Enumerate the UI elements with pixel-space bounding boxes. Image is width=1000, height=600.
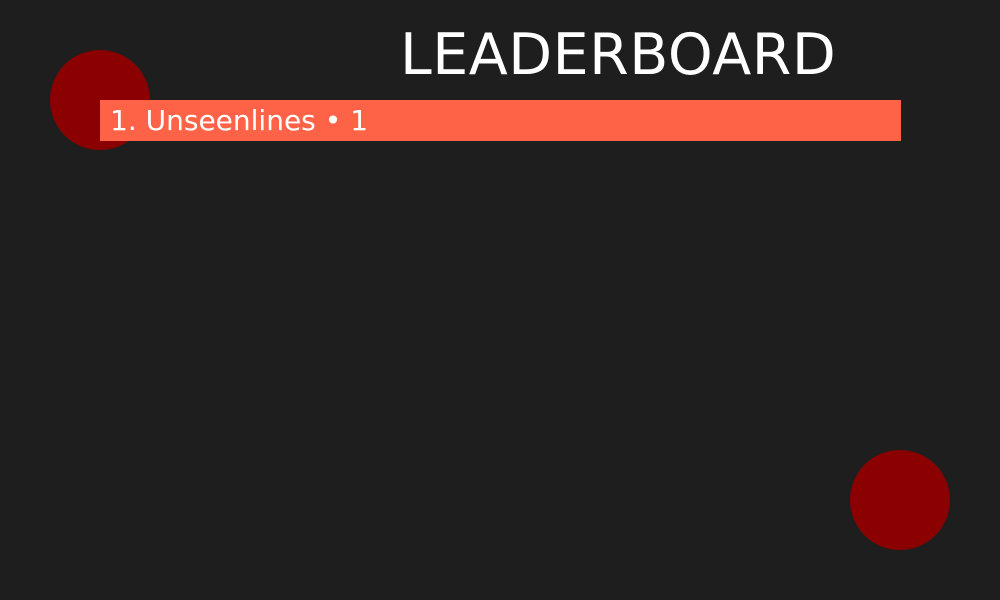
entry-separator: • — [324, 104, 342, 137]
leaderboard-entry: 1. Unseenlines • 1 — [100, 100, 901, 141]
entry-player-name: Unseenlines — [145, 104, 316, 137]
leaderboard-list: 1. Unseenlines • 1 — [100, 100, 901, 141]
entry-score: 1 — [350, 104, 369, 137]
leaderboard-title: LEADERBOARD — [400, 22, 837, 88]
entry-rank: 1. — [110, 104, 137, 137]
decorative-circle-bottom-right — [850, 450, 950, 550]
game-screen: LEADERBOARD 1. Unseenlines • 1 — [0, 0, 1000, 600]
